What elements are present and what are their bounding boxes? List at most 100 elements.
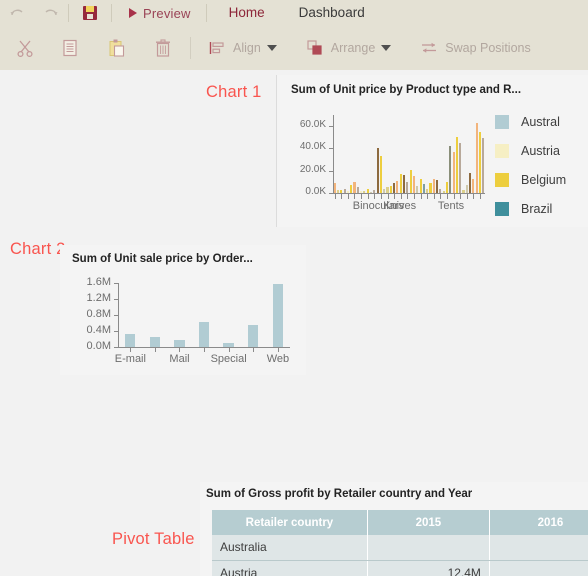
chart1-x-tick: [420, 194, 422, 199]
preview-button[interactable]: Preview: [124, 0, 196, 29]
chart1-bar[interactable]: [399, 173, 402, 193]
chart1-bar[interactable]: [383, 189, 386, 193]
chart1-x-tick: [341, 194, 343, 199]
chart1-bar[interactable]: [353, 182, 356, 193]
pivot-table-panel[interactable]: Sum of Gross profit by Retailer country …: [200, 482, 588, 576]
chevron-down-icon[interactable]: [266, 45, 277, 51]
chart2-bar[interactable]: [198, 322, 210, 347]
save-button[interactable]: [77, 2, 103, 24]
chart1-bar[interactable]: [356, 187, 359, 193]
chart1-bar[interactable]: [462, 189, 465, 193]
chart1-bar[interactable]: [426, 188, 429, 193]
copy-button[interactable]: [56, 32, 86, 64]
chart1-bar[interactable]: [376, 147, 379, 193]
chart1-bar[interactable]: [360, 190, 363, 193]
align-button[interactable]: Align: [202, 32, 282, 64]
chart1-bar[interactable]: [396, 180, 399, 193]
swap-icon: [419, 38, 439, 58]
pivot-table[interactable]: Retailer country 2015 2016 Australia Austri…: [212, 510, 588, 576]
chart1-bar[interactable]: [363, 191, 366, 193]
chart1-bar[interactable]: [465, 185, 468, 193]
chart1-bar[interactable]: [409, 169, 412, 193]
chart1-x-tick: [361, 194, 363, 199]
chart1-legend-swatch: [495, 143, 509, 158]
chart2-panel[interactable]: Sum of Unit sale price by Order... 0.0M 0…: [60, 245, 306, 375]
tab-dashboard-label: Dashboard: [298, 4, 365, 20]
chart1-bar[interactable]: [429, 182, 432, 193]
chart2-x-tick-label: Special: [210, 353, 247, 365]
chart1-bar[interactable]: [459, 142, 462, 193]
chart1-bar[interactable]: [340, 189, 343, 193]
chart1-bar[interactable]: [343, 188, 346, 193]
chart1-bar[interactable]: [449, 146, 452, 193]
cut-button[interactable]: [10, 32, 40, 64]
chart1-bar[interactable]: [389, 185, 392, 193]
chart1-bar[interactable]: [412, 176, 415, 193]
chart1-bar[interactable]: [379, 156, 382, 193]
scissors-icon: [15, 38, 35, 58]
swap-positions-button[interactable]: Swap Positions: [414, 32, 535, 64]
chart1-bar[interactable]: [369, 191, 373, 193]
chart2-bar[interactable]: [149, 337, 160, 347]
table-row[interactable]: Australia: [212, 535, 588, 561]
chart1-bar[interactable]: [436, 180, 439, 193]
chart1-bar[interactable]: [445, 182, 449, 193]
chart1-bar[interactable]: [373, 190, 376, 193]
chart2-bar[interactable]: [174, 339, 185, 347]
chart1-bar[interactable]: [366, 188, 369, 193]
chart2-x-tick: [204, 348, 205, 352]
chart1-bar[interactable]: [455, 136, 458, 193]
tab-home[interactable]: Home: [219, 2, 275, 28]
chart1-bar[interactable]: [336, 190, 339, 193]
chart1-bar[interactable]: [419, 179, 422, 193]
chart1-bar[interactable]: [403, 175, 406, 193]
chart2-bar[interactable]: [272, 283, 283, 347]
chart1-bar[interactable]: [452, 151, 455, 193]
chart1-x-tick: [380, 194, 382, 199]
table-row[interactable]: Austria 12.4M: [212, 560, 588, 576]
delete-button[interactable]: [148, 32, 178, 64]
dashboard-canvas[interactable]: Chart 1 Sum of Unit price by Product typ…: [0, 70, 588, 576]
chart1-bar[interactable]: [432, 178, 435, 193]
pivot-column-header[interactable]: Retailer country: [212, 510, 368, 535]
chart1-bar[interactable]: [333, 182, 336, 193]
chart1-bar[interactable]: [469, 172, 472, 193]
chart1-bar[interactable]: [439, 188, 442, 193]
redo-button[interactable]: [38, 2, 64, 24]
chart2-bar[interactable]: [247, 324, 259, 347]
chart1-bar[interactable]: [422, 184, 425, 193]
undo-button[interactable]: [4, 2, 30, 24]
pivot-column-header[interactable]: 2016: [489, 510, 588, 535]
chart1-bar[interactable]: [406, 181, 409, 193]
chart1-bar[interactable]: [442, 191, 445, 193]
pivot-cell-2015: 12.4M: [367, 560, 490, 576]
pivot-cell-2015: [367, 535, 490, 561]
pivot-column-header[interactable]: 2015: [367, 510, 490, 535]
pivot-cell-2016: [489, 535, 588, 561]
chevron-down-icon[interactable]: [381, 45, 392, 51]
chart2-bar[interactable]: [125, 333, 136, 347]
chart1-plot-area[interactable]: 0.0K 20.0K 40.0K 60.0K Binoculars Knives Tents: [287, 109, 487, 219]
chart1-bar[interactable]: [386, 187, 389, 193]
chart2-plot-area[interactable]: 0.0M 0.4M 0.8M 1.2M 1.6M E-mail Mail Special Web: [66, 276, 300, 371]
table-header-row: Retailer country 2015 2016: [212, 510, 588, 535]
chart1-legend-swatch: [495, 201, 509, 216]
chart1-bar[interactable]: [350, 185, 353, 193]
chart1-bar[interactable]: [479, 131, 482, 193]
chart2-bar[interactable]: [223, 343, 234, 347]
swap-positions-label: Swap Positions: [445, 41, 531, 55]
chart1-bar[interactable]: [416, 186, 419, 193]
chart1-panel[interactable]: Sum of Unit price by Product type and R.…: [276, 75, 588, 227]
chart1-bar[interactable]: [393, 182, 396, 193]
tab-dashboard[interactable]: Dashboard: [289, 2, 375, 25]
chart1-bar[interactable]: [346, 191, 349, 193]
preview-label: Preview: [143, 5, 191, 21]
pivot-cell-country: Austria: [212, 560, 368, 576]
chart1-bar[interactable]: [472, 178, 475, 193]
arrange-button[interactable]: Arrange: [300, 32, 396, 64]
chart2-y-axis: [118, 283, 119, 347]
chart1-bar[interactable]: [482, 138, 485, 193]
chart1-bar[interactable]: [475, 122, 478, 193]
paste-button[interactable]: [102, 32, 132, 64]
pivot-title: Sum of Gross profit by Retailer country …: [206, 488, 473, 500]
